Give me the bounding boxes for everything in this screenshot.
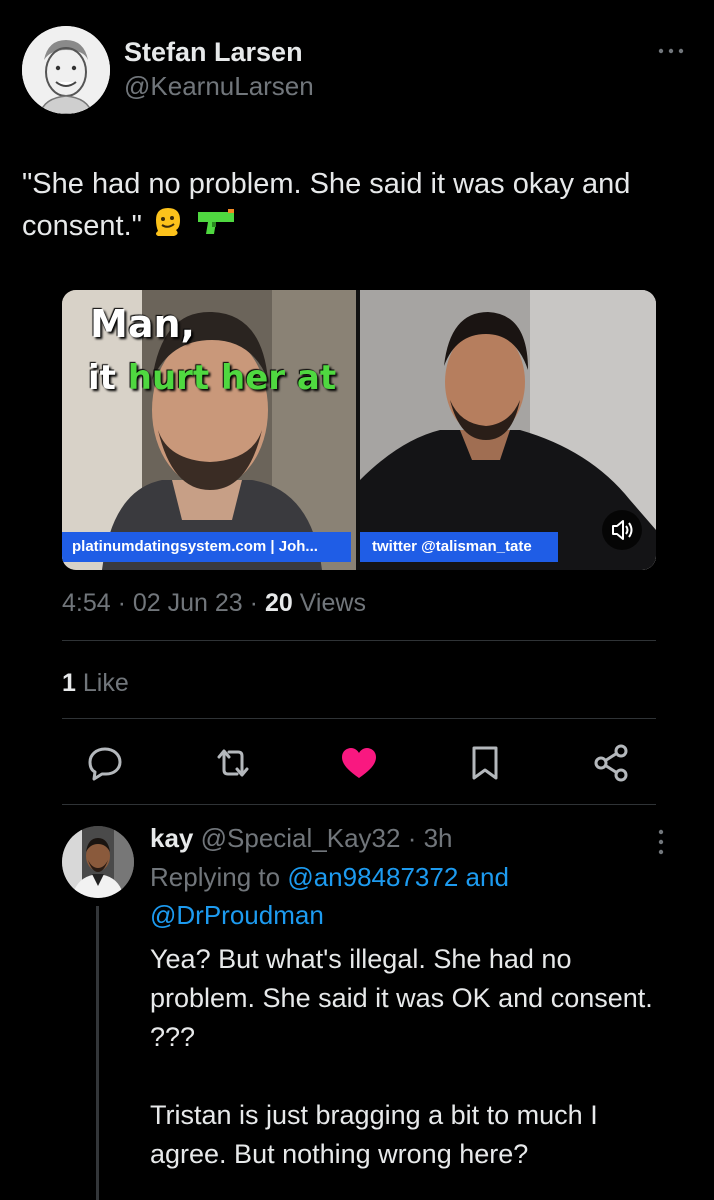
author-name[interactable]: Stefan Larsen [124, 36, 314, 68]
reply-tweet[interactable]: kay @Special_Kay32 · 3h Replying to @an9… [62, 820, 682, 1200]
divider [62, 718, 656, 719]
reply-icon[interactable] [82, 740, 128, 786]
reply-header: kay @Special_Kay32 · 3h [150, 823, 453, 853]
share-icon[interactable] [588, 740, 634, 786]
views-count: 20 [264, 589, 293, 617]
speaker-icon[interactable] [602, 510, 642, 550]
reply-paragraph: Tristan is just bragging a bit to much I… [150, 1100, 598, 1169]
tweet-date[interactable]: 02 Jun 23 [133, 589, 243, 617]
more-options-icon[interactable] [656, 44, 686, 56]
reply-time[interactable]: 3h [424, 823, 453, 853]
reply-paragraph: Yea? But what's illegal. She had no prob… [150, 944, 653, 1052]
tweet-time[interactable]: 4:54 [62, 589, 111, 617]
mention-link[interactable]: @an98487372 [287, 862, 458, 892]
melting-face-emoji-icon [150, 204, 186, 251]
author-info: Stefan Larsen @KearnuLarsen [124, 36, 314, 102]
divider [62, 804, 656, 805]
caption-right: twitter @talisman_tate [360, 532, 558, 562]
caption-left: platinumdatingsystem.com | Joh... [62, 532, 351, 562]
divider [62, 640, 656, 641]
thread-line [96, 906, 99, 1200]
replying-prefix: Replying to [150, 862, 281, 892]
tweet-body: "She had no problem. She said it was oka… [22, 168, 631, 243]
replying-to: Replying to @an98487372 and @DrProudman [150, 858, 670, 934]
likes-count: 1 [62, 669, 76, 697]
reply-body: kay @Special_Kay32 · 3h Replying to @an9… [150, 820, 670, 1174]
more-options-icon[interactable] [656, 828, 666, 856]
overlay-line2-start: it [88, 358, 128, 398]
bookmark-icon[interactable] [462, 740, 508, 786]
avatar[interactable] [22, 26, 110, 114]
action-bar [62, 740, 656, 786]
video-media[interactable]: Man, it hurt her at platinumdatingsystem… [62, 290, 656, 570]
author-handle[interactable]: @KearnuLarsen [124, 70, 314, 102]
likes-stat[interactable]: 1 Like [62, 666, 129, 700]
likes-label: Like [82, 669, 129, 697]
reply-author-handle[interactable]: @Special_Kay32 [201, 823, 401, 853]
reply-text: Yea? But what's illegal. She had no prob… [150, 940, 670, 1174]
replying-connector[interactable]: and [466, 862, 509, 892]
video-overlay-line2: it hurt her at [88, 358, 336, 398]
retweet-icon[interactable] [210, 740, 256, 786]
overlay-line2-green: hurt her at [127, 358, 337, 398]
water-pistol-emoji-icon [194, 204, 238, 251]
reply-author-name[interactable]: kay [150, 823, 193, 853]
avatar[interactable] [62, 826, 134, 898]
views-label: Views [299, 589, 366, 617]
tweet-meta: 4:54 · 02 Jun 23 · 20 Views [62, 589, 366, 617]
tweet-text: "She had no problem. She said it was oka… [22, 164, 682, 251]
tweet-header: Stefan Larsen @KearnuLarsen [22, 26, 692, 116]
video-pane-right: twitter @talisman_tate [360, 290, 656, 570]
video-pane-left: Man, it hurt her at platinumdatingsystem… [62, 290, 356, 570]
mention-link[interactable]: @DrProudman [150, 900, 324, 930]
like-icon[interactable] [336, 740, 382, 786]
video-overlay-line1: Man, [90, 302, 195, 346]
